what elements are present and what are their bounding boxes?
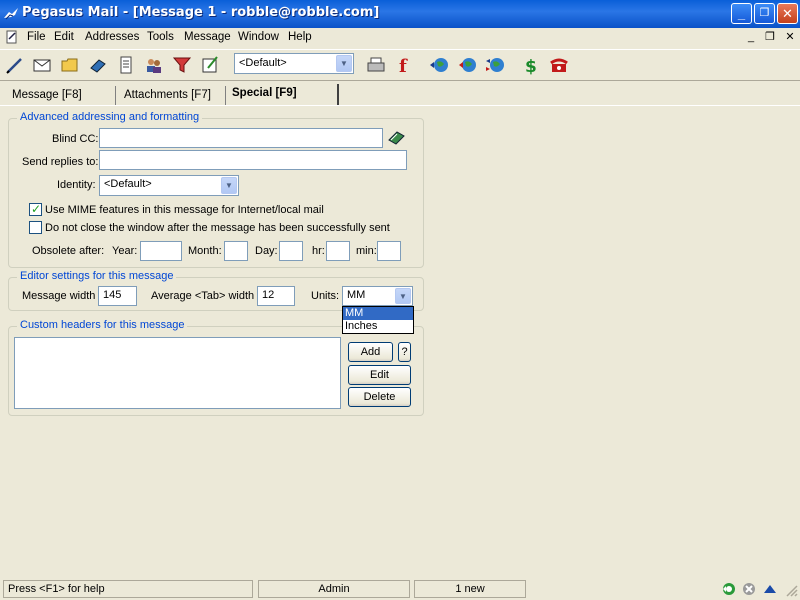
- units-select[interactable]: MM ▼: [342, 286, 413, 306]
- custom-headers-list[interactable]: [14, 337, 341, 409]
- identity-label: Identity:: [57, 179, 96, 191]
- document-icon[interactable]: [5, 30, 19, 44]
- notepad-icon[interactable]: [115, 54, 137, 76]
- globe-sync-icon[interactable]: [484, 54, 506, 76]
- width-label: Message width: [22, 290, 96, 302]
- blind-cc-label: Blind CC:: [52, 133, 99, 145]
- custom-legend: Custom headers for this message: [17, 319, 188, 331]
- units-select-value: MM: [347, 289, 366, 301]
- globe-back-icon[interactable]: [456, 54, 478, 76]
- close-button[interactable]: ✕: [777, 3, 798, 24]
- noclose-label: Do not close the window after the messag…: [45, 222, 390, 234]
- identity-toolbar-combo[interactable]: <Default> ▼: [234, 53, 354, 74]
- identity-select[interactable]: <Default> ▼: [99, 175, 239, 196]
- folders-icon[interactable]: [59, 54, 81, 76]
- help-button[interactable]: ?: [398, 342, 411, 362]
- menu-help[interactable]: Help: [288, 31, 312, 43]
- menu-tools[interactable]: Tools: [147, 31, 174, 43]
- menu-edit[interactable]: Edit: [54, 31, 74, 43]
- mime-label: Use MIME features in this message for In…: [45, 204, 324, 216]
- units-option-inches[interactable]: Inches: [343, 320, 413, 333]
- tab-strip: Message [F8] Attachments [F7] Special [F…: [0, 84, 800, 106]
- noclose-checkbox[interactable]: [29, 221, 42, 234]
- window-title: Pegasus Mail - [Message 1 - robble@robbl…: [22, 5, 380, 20]
- edit-button[interactable]: Edit: [348, 365, 411, 385]
- triangle-up-icon[interactable]: [762, 581, 778, 597]
- delete-button[interactable]: Delete: [348, 387, 411, 407]
- hr-label: hr:: [312, 245, 325, 257]
- mdi-restore-button[interactable]: ❐: [762, 30, 778, 44]
- status-bar: Press <F1> for help Admin 1 new: [0, 578, 800, 600]
- globe-send-icon[interactable]: [428, 54, 450, 76]
- stop-icon[interactable]: [741, 581, 757, 597]
- identity-select-value: <Default>: [104, 178, 152, 190]
- year-label: Year:: [112, 245, 138, 257]
- min-input[interactable]: [377, 241, 401, 261]
- blind-cc-input[interactable]: [99, 128, 383, 148]
- addressbook-icon[interactable]: [387, 128, 407, 146]
- tab-attachments[interactable]: Attachments [F7]: [118, 86, 226, 106]
- units-dropdown-list[interactable]: MM Inches: [342, 306, 414, 334]
- hr-input[interactable]: [326, 241, 350, 261]
- dollar-icon[interactable]: $: [520, 54, 542, 76]
- title-bar[interactable]: Pegasus Mail - [Message 1 - robble@robbl…: [0, 0, 800, 28]
- phone-icon[interactable]: [548, 54, 570, 76]
- restore-button[interactable]: ❐: [754, 3, 775, 24]
- menu-file[interactable]: File: [27, 31, 46, 43]
- font-icon[interactable]: f: [393, 54, 415, 76]
- day-label: Day:: [255, 245, 278, 257]
- svg-text:f: f: [399, 56, 408, 76]
- replies-label: Send replies to:: [22, 156, 99, 168]
- menu-message[interactable]: Message: [184, 31, 231, 43]
- min-label: min:: [356, 245, 377, 257]
- status-user: Admin: [258, 580, 410, 598]
- chevron-down-icon[interactable]: ▼: [336, 55, 352, 72]
- chevron-down-icon[interactable]: ▼: [395, 288, 411, 304]
- menu-window[interactable]: Window: [238, 31, 279, 43]
- day-input[interactable]: [279, 241, 303, 261]
- mime-checkbox[interactable]: ✓: [29, 202, 42, 216]
- menu-bar: File Edit Addresses Tools Message Window…: [0, 28, 800, 48]
- status-new-count: 1 new: [414, 580, 526, 598]
- new-message-icon[interactable]: [4, 54, 26, 76]
- tab-special[interactable]: Special [F9]: [226, 84, 339, 106]
- editor-legend: Editor settings for this message: [17, 270, 177, 282]
- minimize-button[interactable]: _: [731, 3, 752, 24]
- tab-width-label: Average <Tab> width: [151, 290, 255, 302]
- add-button[interactable]: Add: [348, 342, 393, 362]
- menu-addresses[interactable]: Addresses: [85, 31, 139, 43]
- units-label: Units:: [311, 290, 340, 302]
- users-icon[interactable]: [143, 54, 165, 76]
- mdi-minimize-button[interactable]: _: [743, 30, 759, 44]
- year-input[interactable]: [140, 241, 182, 261]
- width-input[interactable]: 145: [98, 286, 137, 306]
- units-option-mm[interactable]: MM: [343, 307, 413, 320]
- replies-input[interactable]: [99, 150, 407, 170]
- svg-text:$: $: [525, 57, 537, 76]
- month-input[interactable]: [224, 241, 248, 261]
- advanced-legend: Advanced addressing and formatting: [17, 111, 203, 123]
- resize-grip-icon[interactable]: [784, 583, 798, 597]
- identity-toolbar-value: <Default>: [239, 57, 287, 69]
- tab-divider: [0, 105, 800, 106]
- pegasus-logo-icon: [4, 8, 18, 20]
- chevron-down-icon[interactable]: ▼: [221, 177, 237, 194]
- checkmark-icon: ✓: [31, 202, 42, 216]
- read-mail-icon[interactable]: [31, 54, 53, 76]
- tab-message[interactable]: Message [F8]: [6, 86, 116, 106]
- edit-icon[interactable]: [199, 54, 221, 76]
- mdi-close-button[interactable]: ✕: [782, 30, 798, 44]
- network-icon[interactable]: [721, 581, 737, 597]
- obsolete-label: Obsolete after:: [32, 245, 105, 257]
- print-icon[interactable]: [365, 54, 387, 76]
- toolbar: <Default> ▼ f $: [0, 49, 800, 81]
- month-label: Month:: [188, 245, 222, 257]
- tab-width-input[interactable]: 12: [257, 286, 295, 306]
- status-help: Press <F1> for help: [3, 580, 253, 598]
- addressbook-icon[interactable]: [87, 54, 109, 76]
- filter-icon[interactable]: [171, 54, 193, 76]
